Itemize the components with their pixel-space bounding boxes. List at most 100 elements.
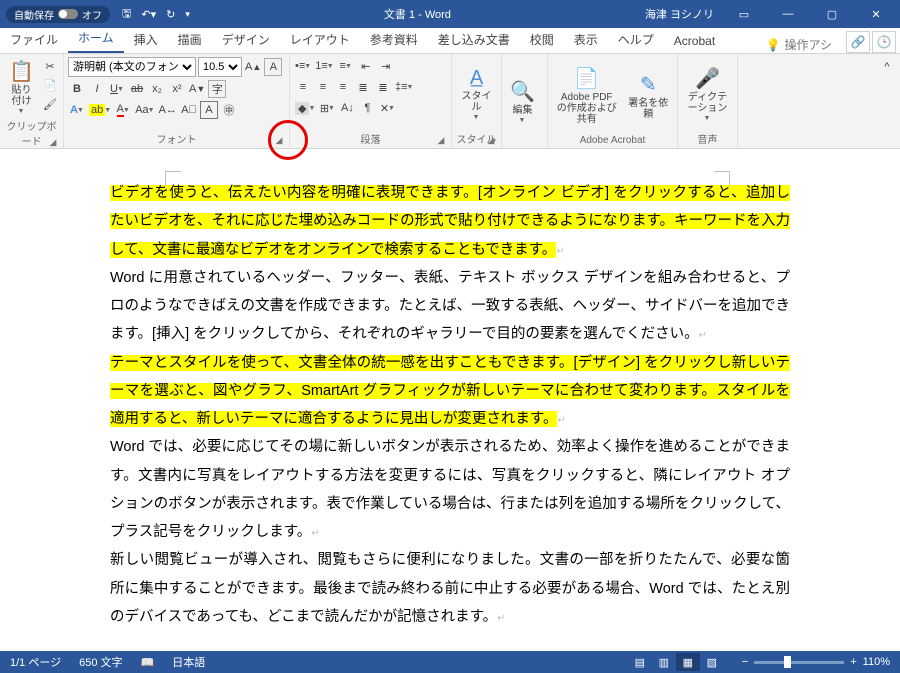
autosave-toggle[interactable]: 自動保存 オフ: [6, 6, 110, 23]
asian-layout-button[interactable]: ✕▼: [378, 99, 396, 117]
page-count[interactable]: 1/1 ページ: [10, 654, 61, 670]
enclose-char-button[interactable]: 字: [208, 80, 226, 98]
ruby-button[interactable]: A: [264, 58, 282, 76]
highlight-button[interactable]: ab▼: [88, 101, 112, 119]
minimize-button[interactable]: —: [768, 0, 808, 28]
tab-draw[interactable]: 描画: [168, 26, 212, 53]
zoom-level[interactable]: 110%: [863, 656, 890, 668]
maximize-button[interactable]: ▢: [812, 0, 852, 28]
zoom-in-button[interactable]: +: [850, 656, 856, 668]
dictate-button[interactable]: 🎤 ディクテーション▼: [682, 57, 733, 130]
multilevel-button[interactable]: ≡▼: [337, 57, 355, 75]
align-left-button[interactable]: ≡: [294, 78, 312, 96]
text-effects-button[interactable]: A▼: [68, 101, 86, 119]
change-case-button[interactable]: Aa▼: [134, 101, 155, 119]
read-mode-button[interactable]: ▥: [652, 653, 676, 671]
bold-button[interactable]: B: [68, 80, 86, 98]
bullets-button[interactable]: •≡▼: [294, 57, 312, 75]
char-scaling-button[interactable]: A↔: [158, 101, 178, 119]
toggle-knob-icon: [58, 9, 78, 19]
close-button[interactable]: ✕: [856, 0, 896, 28]
align-center-button[interactable]: ≡: [314, 78, 332, 96]
font-launcher[interactable]: ◢: [273, 135, 285, 147]
line-spacing-button[interactable]: ‡≡▼: [394, 78, 414, 96]
zoom-out-button[interactable]: −: [742, 656, 748, 668]
decrease-indent-button[interactable]: ⇤: [357, 57, 375, 75]
tab-mailings[interactable]: 差し込み文書: [428, 26, 520, 53]
status-bar: 1/1 ページ 650 文字 📖 日本語 ▤ ▥ ▦ ▧ − + 110%: [0, 651, 900, 673]
tab-acrobat[interactable]: Acrobat: [664, 29, 725, 53]
document-area[interactable]: ビデオを使うと、伝えたい内容を明確に表現できます。[オンライン ビデオ] をクリ…: [0, 149, 900, 651]
font-color-button[interactable]: A▼: [114, 101, 132, 119]
highlighted-text[interactable]: ビデオを使うと、伝えたい内容を明確に表現できます。[オンライン ビデオ] をクリ…: [110, 185, 790, 258]
borders-button[interactable]: ⊞▼: [318, 99, 336, 117]
document-title: 文書 1 - Word: [190, 6, 645, 22]
request-signature-button[interactable]: ✎ 署名を依頼: [623, 57, 673, 134]
ribbon-display-button[interactable]: ▭: [724, 0, 764, 28]
superscript-button[interactable]: x²: [168, 80, 186, 98]
grow-font-button[interactable]: A▲: [244, 58, 262, 76]
align-right-button[interactable]: ≡: [334, 78, 352, 96]
tab-design[interactable]: デザイン: [212, 26, 280, 53]
redo-icon[interactable]: ↻: [166, 8, 175, 21]
highlighted-text[interactable]: テーマとスタイルを使って、文書全体の統一感を出すこともできます。[デザイン] を…: [110, 355, 790, 428]
styles-button[interactable]: A̲ スタイル▼: [456, 57, 497, 130]
pdf-icon: 📄: [574, 66, 599, 91]
numbering-button[interactable]: 1≡▼: [314, 57, 334, 75]
body-paragraph[interactable]: 新しい閲覧ビューが導入され、閲覧もさらに便利になりました。文書の一部を折りたたん…: [110, 552, 790, 625]
username-label: 海津 ヨシノリ: [645, 6, 714, 22]
sort-button[interactable]: A↓: [338, 99, 356, 117]
editing-button[interactable]: 🔍 編集▼: [506, 57, 539, 145]
undo-icon[interactable]: ↶▾: [141, 8, 156, 21]
subscript-button[interactable]: x₂: [148, 80, 166, 98]
show-marks-button[interactable]: ¶: [358, 99, 376, 117]
print-layout-button[interactable]: ▦: [676, 653, 700, 671]
ribbon-tabs: ファイル ホーム 挿入 描画 デザイン レイアウト 参考資料 差し込み文書 校閲…: [0, 28, 900, 54]
microphone-icon: 🎤: [695, 66, 720, 91]
clear-format-button[interactable]: A⃠: [180, 101, 198, 119]
tab-insert[interactable]: 挿入: [124, 26, 168, 53]
web-layout-button[interactable]: ▧: [700, 653, 724, 671]
share-button[interactable]: 🔗: [846, 31, 870, 53]
clipboard-launcher[interactable]: ◢: [47, 137, 59, 149]
font-name-select[interactable]: 游明朝 (本文のフォント): [68, 57, 196, 77]
body-paragraph[interactable]: Word では、必要に応じてその場に新しいボタンが表示されるため、効率よく操作を…: [110, 439, 790, 540]
tell-me-search[interactable]: 💡 操作アシ: [756, 36, 842, 53]
char-shading-button[interactable]: ㊥: [220, 101, 238, 119]
increase-indent-button[interactable]: ⇥: [377, 57, 395, 75]
shrink-font-button[interactable]: A▼: [188, 80, 206, 98]
language-label[interactable]: 日本語: [172, 654, 205, 670]
word-count[interactable]: 650 文字: [79, 654, 122, 670]
strike-button[interactable]: ab: [128, 80, 146, 98]
styles-launcher[interactable]: ◢: [485, 135, 497, 147]
create-pdf-button[interactable]: 📄 Adobe PDF の作成および共有: [552, 57, 621, 134]
paste-button[interactable]: 📋 貼り付け ▼: [4, 57, 39, 117]
underline-button[interactable]: U▼: [108, 80, 126, 98]
distribute-button[interactable]: ≣: [374, 78, 392, 96]
copy-button[interactable]: 📄: [41, 76, 59, 94]
save-icon[interactable]: 🖫: [122, 5, 131, 24]
tab-file[interactable]: ファイル: [0, 26, 68, 53]
collapse-ribbon-button[interactable]: ^: [878, 58, 896, 76]
justify-button[interactable]: ≣: [354, 78, 372, 96]
char-border-button[interactable]: A: [200, 101, 218, 119]
clipboard-icon: 📋: [9, 59, 34, 84]
proofing-icon[interactable]: 📖: [141, 656, 155, 669]
tab-layout[interactable]: レイアウト: [280, 26, 360, 53]
cut-button[interactable]: ✂: [41, 57, 59, 75]
format-painter-button[interactable]: 🖌: [41, 95, 59, 113]
zoom-slider[interactable]: [754, 661, 844, 664]
tab-help[interactable]: ヘルプ: [608, 26, 664, 53]
focus-mode-button[interactable]: ▤: [628, 653, 652, 671]
body-paragraph[interactable]: Word に用意されているヘッダー、フッター、表紙、テキスト ボックス デザイン…: [110, 270, 790, 343]
tab-home[interactable]: ホーム: [68, 24, 124, 53]
paragraph-launcher[interactable]: ◢: [435, 135, 447, 147]
comments-button[interactable]: 🕒: [872, 31, 896, 53]
italic-button[interactable]: I: [88, 80, 106, 98]
tab-review[interactable]: 校閲: [520, 26, 564, 53]
font-size-select[interactable]: 10.5: [198, 57, 242, 77]
tab-references[interactable]: 参考資料: [360, 26, 428, 53]
shading-button[interactable]: ◆▼: [294, 99, 316, 117]
lightbulb-icon: 💡: [766, 38, 781, 52]
tab-view[interactable]: 表示: [564, 26, 608, 53]
